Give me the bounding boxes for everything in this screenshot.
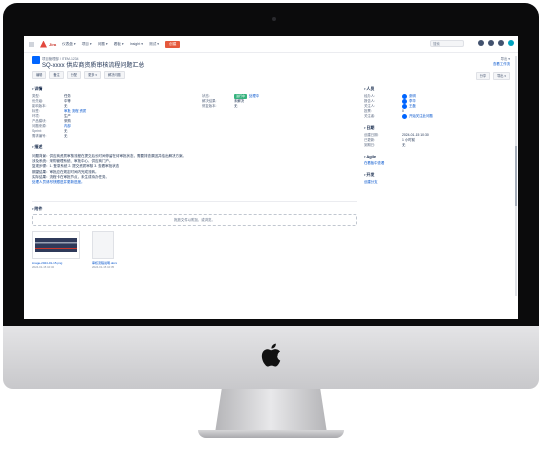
assign-button[interactable]: 分配 bbox=[66, 71, 82, 79]
jira-logo-icon bbox=[40, 40, 47, 48]
scrollbar-thumb[interactable] bbox=[515, 146, 517, 206]
imac-foot bbox=[198, 430, 344, 438]
attachments-heading[interactable]: 附件 bbox=[32, 206, 357, 212]
jira-issue-page: Jira 仪表盘 ▾ 项目 ▾ 问题 ▾ 看板 ▾ Insight ▾ 测试 ▾… bbox=[24, 36, 518, 319]
attachment-item[interactable]: image-2024-01-15.png 2024-01-15 10:32 bbox=[32, 231, 80, 269]
dev-row: 创建分支 bbox=[364, 180, 510, 185]
field-label: 修复版本: bbox=[202, 104, 217, 108]
attachment-meta: 2024-01-15 10:32 bbox=[32, 265, 55, 270]
attachment-meta: 2024-01-15 10:35 bbox=[92, 265, 115, 270]
side-column: 人员 经办人:张明 报告人:李华 关注人:王磊 投票:0 关注者:开始关注此问题… bbox=[364, 86, 510, 185]
header-right: 导出 ▾ 查看工作流 bbox=[493, 56, 510, 66]
nav-item-boards[interactable]: 看板 ▾ bbox=[114, 42, 124, 47]
main-column: 详情 类型:任务 优先级:中等 影响版本:无 标签:审批 流程 资质 环境:生产… bbox=[32, 86, 357, 269]
field-value: 无 bbox=[234, 104, 238, 108]
dates-heading[interactable]: 日期 bbox=[364, 125, 510, 131]
details-fields: 类型: 任务 优先级: 中等 影响版本: 无 标签: 审批 流程 资质 环境: 生产 产品… bbox=[32, 94, 357, 139]
agile-row: 在看板中查看 bbox=[364, 161, 510, 166]
description-heading[interactable]: 描述 bbox=[32, 144, 357, 150]
apple-logo-icon bbox=[261, 343, 281, 367]
field-label: 需求编号: bbox=[32, 134, 47, 138]
create-button[interactable]: 创建 bbox=[165, 40, 181, 48]
details-left: 类型: 任务 优先级: 中等 影响版本: 无 标签: 审批 流程 资质 环境: 生产 产品… bbox=[32, 94, 182, 139]
brand-logo[interactable]: Jira bbox=[40, 40, 57, 48]
watcher-value[interactable]: 王磊 bbox=[409, 104, 416, 109]
attachment-thumbnail[interactable] bbox=[32, 231, 80, 260]
attachment-item[interactable]: 审核流程说明.docx 2024-01-15 10:35 bbox=[92, 231, 140, 269]
description-body[interactable]: 问题背景：供应商资质审核流程在提交后长时间停留在待审批状态，需要排查原因并给出解… bbox=[32, 154, 357, 185]
top-navigation: Jira 仪表盘 ▾ 项目 ▾ 问题 ▾ 看板 ▾ Insight ▾ 测试 ▾… bbox=[24, 36, 518, 53]
description-line: 处理人员请尽快跟进并更新进度。 bbox=[32, 180, 85, 185]
nav-item-dashboards[interactable]: 仪表盘 ▾ bbox=[62, 42, 76, 47]
people-label: 关注者: bbox=[364, 114, 376, 118]
nav-item-issues[interactable]: 问题 ▾ bbox=[98, 42, 108, 47]
people-heading[interactable]: 人员 bbox=[364, 86, 510, 92]
app-switcher-icon[interactable] bbox=[29, 41, 34, 47]
issue-title: SQ-xxxx 供应商资质审核流程问题汇总 bbox=[42, 63, 145, 69]
date-label: 到期日: bbox=[364, 143, 376, 147]
share-area: 分享 导出 ▾ bbox=[475, 72, 510, 80]
nav-item-tests[interactable]: 测试 ▾ bbox=[149, 42, 159, 47]
field-value: 无 bbox=[64, 134, 68, 138]
attachment-list: image-2024-01-15.png 2024-01-15 10:32 审核… bbox=[32, 231, 357, 269]
help-icon[interactable] bbox=[478, 40, 484, 46]
field-row: 修复版本: 无 bbox=[202, 104, 352, 109]
details-right: 状态: 进行中 处理中 解决结果: 未解决 修复版本: 无 bbox=[202, 94, 352, 139]
more-button[interactable]: 更多 ▾ bbox=[84, 71, 101, 79]
edit-button[interactable]: 编辑 bbox=[32, 71, 47, 79]
issue-toolbar: 编辑 备注 分配 更多 ▾ 解决问题 bbox=[32, 71, 125, 79]
project-avatar-icon bbox=[32, 56, 40, 64]
file-icon[interactable] bbox=[92, 231, 114, 260]
imac-stand bbox=[215, 389, 327, 433]
view-on-board-link[interactable]: 在看板中查看 bbox=[364, 161, 384, 166]
status-value[interactable]: 处理中 bbox=[249, 94, 259, 98]
top-icons bbox=[478, 40, 514, 46]
attachment-dropzone[interactable]: 拖放文件以附加，或浏览。 bbox=[32, 214, 357, 227]
watch-icon bbox=[402, 114, 407, 119]
imac-chin bbox=[3, 326, 539, 389]
divider bbox=[32, 201, 357, 203]
export-button[interactable]: 导出 ▾ bbox=[493, 72, 510, 80]
watch-link[interactable]: 开始关注此问题 bbox=[409, 114, 433, 119]
create-branch-link[interactable]: 创建分支 bbox=[364, 180, 378, 185]
date-row: 到期日: 无 bbox=[364, 143, 510, 148]
nav-item-projects[interactable]: 项目 ▾ bbox=[82, 42, 92, 47]
field-row: 需求编号: 无 bbox=[32, 134, 182, 139]
share-button[interactable]: 分享 bbox=[475, 72, 491, 80]
nav-item-insight[interactable]: Insight ▾ bbox=[130, 42, 143, 46]
camera bbox=[272, 17, 276, 21]
brand-name: Jira bbox=[49, 41, 57, 47]
agile-heading[interactable]: Agile bbox=[364, 154, 510, 159]
user-avatar[interactable] bbox=[508, 40, 514, 46]
imac-device: Jira 仪表盘 ▾ 项目 ▾ 问题 ▾ 看板 ▾ Insight ▾ 测试 ▾… bbox=[0, 0, 543, 450]
notifications-icon[interactable] bbox=[488, 40, 494, 46]
development-heading[interactable]: 开发 bbox=[364, 172, 510, 178]
workflow-link[interactable]: 查看工作流 bbox=[493, 61, 510, 66]
people-row: 关注者: 开始关注此问题 bbox=[364, 114, 510, 119]
date-value: 无 bbox=[402, 143, 406, 147]
search-input[interactable]: 搜索 bbox=[430, 40, 464, 47]
resolve-button[interactable]: 解决问题 bbox=[104, 71, 125, 79]
settings-icon[interactable] bbox=[498, 40, 504, 46]
details-heading[interactable]: 详情 bbox=[32, 86, 357, 92]
comment-button[interactable]: 备注 bbox=[49, 71, 64, 79]
